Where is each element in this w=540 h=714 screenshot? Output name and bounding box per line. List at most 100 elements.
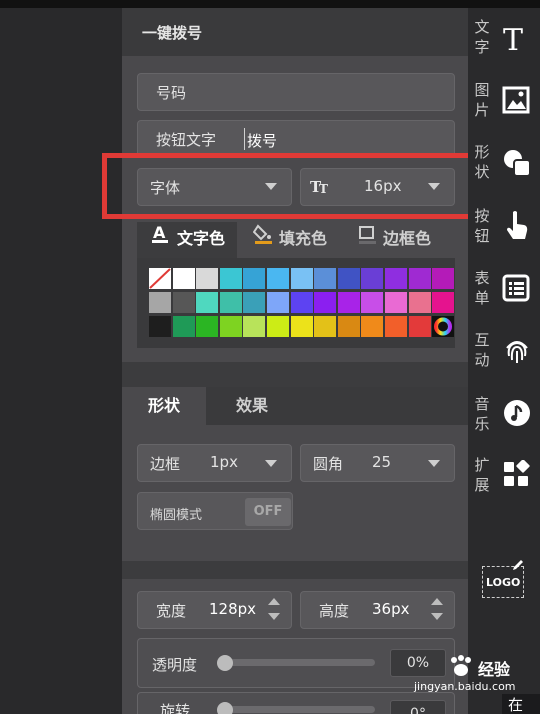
decrement-icon[interactable] xyxy=(431,613,443,620)
text-color-icon: A xyxy=(151,222,171,256)
color-swatch[interactable] xyxy=(385,292,407,313)
color-swatch[interactable] xyxy=(219,316,242,337)
rotation-label: 旋转 xyxy=(160,702,191,714)
color-swatch[interactable] xyxy=(408,292,431,313)
radius-value: 25 xyxy=(372,453,392,471)
paw-icon xyxy=(446,654,476,682)
extension-grid-icon[interactable] xyxy=(502,459,534,492)
shape-icon[interactable] xyxy=(502,148,534,180)
color-swatch[interactable] xyxy=(172,268,195,289)
color-swatch[interactable] xyxy=(361,292,384,313)
color-swatch[interactable] xyxy=(314,268,337,289)
width-label: 宽度 xyxy=(156,602,187,620)
color-swatch[interactable] xyxy=(290,292,313,313)
color-swatch[interactable] xyxy=(314,316,337,337)
sidebar-item-interact-label[interactable]: 互动 xyxy=(474,330,490,370)
increment-icon[interactable] xyxy=(268,598,280,605)
color-swatch[interactable] xyxy=(337,268,360,289)
color-swatch[interactable] xyxy=(172,316,195,337)
pencil-icon xyxy=(511,557,525,576)
button-text-input[interactable]: 拨号 xyxy=(247,130,277,151)
color-swatch[interactable] xyxy=(314,292,337,313)
color-swatch[interactable] xyxy=(267,316,289,337)
fingerprint-icon[interactable] xyxy=(502,336,534,368)
color-swatch[interactable] xyxy=(149,268,171,289)
color-swatch[interactable] xyxy=(290,316,313,337)
section-title: 一键拨号 xyxy=(142,24,203,42)
opacity-label: 透明度 xyxy=(152,656,198,674)
watermark-text: 经验 xyxy=(478,660,511,679)
chevron-down-icon xyxy=(265,460,277,467)
button-text-label: 按钮文字 xyxy=(156,131,217,149)
height-label: 高度 xyxy=(319,602,350,620)
color-tabs: A 文字色 填充色 边框色 xyxy=(137,222,455,258)
height-value[interactable]: 36px xyxy=(372,600,410,618)
color-swatch[interactable] xyxy=(432,316,455,337)
highlight-box xyxy=(102,153,488,219)
color-swatch[interactable] xyxy=(196,316,219,337)
image-icon[interactable] xyxy=(502,86,534,118)
rotation-slider-handle[interactable] xyxy=(217,702,233,714)
text-T-icon[interactable]: T xyxy=(500,22,532,58)
tab-border-color[interactable]: 边框色 xyxy=(355,222,455,258)
color-swatch[interactable] xyxy=(432,292,455,313)
ellipse-label: 椭圆模式 xyxy=(150,508,203,523)
ellipse-toggle[interactable]: OFF xyxy=(245,498,291,526)
color-swatch[interactable] xyxy=(408,316,431,337)
color-swatch[interactable] xyxy=(337,316,360,337)
color-swatch[interactable] xyxy=(243,316,266,337)
tab-effect[interactable]: 效果 xyxy=(208,387,296,425)
sidebar-item-image-label[interactable]: 图片 xyxy=(474,80,490,120)
color-swatch[interactable] xyxy=(149,292,171,313)
sidebar-item-form-label[interactable]: 表单 xyxy=(474,268,490,308)
color-swatch[interactable] xyxy=(385,268,407,289)
color-swatch[interactable] xyxy=(267,292,289,313)
border-label: 边框 xyxy=(150,455,181,473)
button-tap-icon[interactable] xyxy=(502,208,534,240)
shape-tabs: 形状 效果 xyxy=(122,387,468,425)
color-swatch[interactable] xyxy=(361,268,384,289)
color-swatch[interactable] xyxy=(172,292,195,313)
color-swatch[interactable] xyxy=(196,268,219,289)
color-swatch[interactable] xyxy=(149,316,171,337)
watermark-extra: 在 xyxy=(508,696,524,714)
form-list-icon[interactable] xyxy=(502,274,534,306)
sidebar-item-text-label[interactable]: 文字 xyxy=(474,17,490,57)
sidebar-item-button-label[interactable]: 按钮 xyxy=(474,206,490,246)
tab-shape[interactable]: 形状 xyxy=(122,387,206,425)
rotation-slider[interactable] xyxy=(222,706,375,713)
chevron-down-icon xyxy=(428,460,440,467)
decrement-icon[interactable] xyxy=(268,613,280,620)
fill-color-icon xyxy=(252,222,275,256)
color-swatch[interactable] xyxy=(219,268,242,289)
color-swatch[interactable] xyxy=(361,316,384,337)
opacity-slider-handle[interactable] xyxy=(217,655,233,671)
color-swatch[interactable] xyxy=(196,292,219,313)
width-value[interactable]: 128px xyxy=(209,600,256,618)
color-swatch[interactable] xyxy=(243,292,266,313)
tab-text-color[interactable]: A 文字色 xyxy=(137,222,237,258)
svg-text:T: T xyxy=(503,23,523,54)
sidebar-item-shape-label[interactable]: 形状 xyxy=(474,142,490,182)
opacity-slider[interactable] xyxy=(222,659,375,666)
color-swatch[interactable] xyxy=(432,268,455,289)
logo-button[interactable]: LOGO xyxy=(482,560,524,598)
color-swatch[interactable] xyxy=(385,316,407,337)
svg-text:A: A xyxy=(153,223,166,242)
color-swatch[interactable] xyxy=(290,268,313,289)
watermark: 经验 jingyan.baidu.com 在 xyxy=(412,654,540,714)
sidebar-item-music-label[interactable]: 音乐 xyxy=(474,394,490,434)
text-cursor xyxy=(244,128,245,150)
logo-label: LOGO xyxy=(486,576,521,589)
watermark-url: jingyan.baidu.com xyxy=(414,680,516,693)
color-swatch[interactable] xyxy=(219,292,242,313)
sidebar-item-extend-label[interactable]: 扩展 xyxy=(474,455,490,495)
color-swatch[interactable] xyxy=(267,268,289,289)
color-swatch[interactable] xyxy=(243,268,266,289)
color-swatch[interactable] xyxy=(337,292,360,313)
music-note-icon[interactable] xyxy=(502,398,534,430)
top-bar xyxy=(0,0,540,8)
color-swatch[interactable] xyxy=(408,268,431,289)
increment-icon[interactable] xyxy=(431,598,443,605)
tab-fill-color[interactable]: 填充色 xyxy=(247,222,347,258)
